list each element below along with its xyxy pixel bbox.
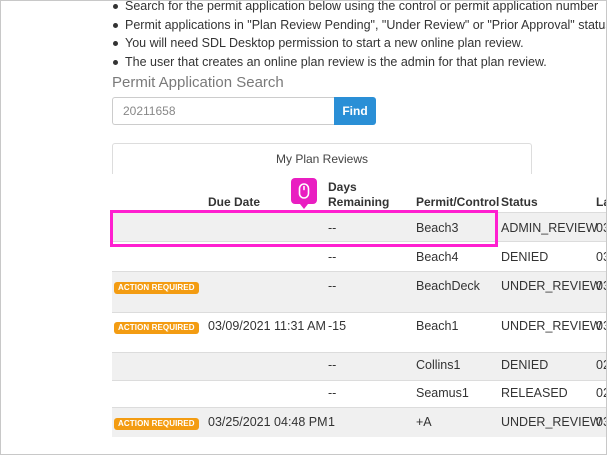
permit-link[interactable]: Beach1 <box>416 319 458 334</box>
status-text: ADMIN_REVIEW <box>501 221 598 235</box>
last-cell: 03 <box>596 319 606 333</box>
due-date: 03/09/2021 11:31 AM <box>208 319 326 333</box>
table-row[interactable]: -- Beach4 DENIED 03 <box>112 241 606 271</box>
mouse-icon <box>291 178 317 209</box>
table-row[interactable]: ACTION REQUIRED -- BeachDeck UNDER_REVIE… <box>112 271 606 312</box>
action-required-badge: ACTION REQUIRED <box>114 282 199 294</box>
days-remaining: -- <box>328 279 337 293</box>
instruction-item: Permit applications in "Plan Review Pend… <box>113 16 606 35</box>
days-remaining: -- <box>328 250 337 264</box>
permit-link[interactable]: Beach4 <box>416 250 458 265</box>
table-row[interactable]: ACTION REQUIRED 03/25/2021 04:48 PM 1 +A… <box>112 407 606 437</box>
status-text: UNDER_REVIEW <box>501 415 602 429</box>
column-header-remaining[interactable]: Remaining <box>328 195 389 210</box>
permit-link[interactable]: +A <box>416 415 432 430</box>
column-header-status[interactable]: Status <box>501 195 538 210</box>
days-remaining: -- <box>328 358 337 372</box>
table-row[interactable]: -- Collins1 DENIED 02 <box>112 352 606 380</box>
instruction-item: You will need SDL Desktop permission to … <box>113 34 606 53</box>
status-text: UNDER_REVIEW <box>501 319 602 333</box>
tab-my-plan-reviews[interactable]: My Plan Reviews <box>112 143 532 174</box>
days-remaining: -- <box>328 221 337 235</box>
due-date: 03/25/2021 04:48 PM <box>208 415 328 429</box>
column-header-due-date[interactable]: Due Date <box>208 195 260 210</box>
search-input[interactable] <box>112 97 335 125</box>
last-cell: 03 <box>596 415 606 429</box>
last-cell: 02 <box>596 386 606 400</box>
status-text: RELEASED <box>501 386 568 400</box>
table-row[interactable]: ACTION REQUIRED 03/09/2021 11:31 AM -15 … <box>112 312 606 352</box>
last-cell: 03 <box>596 279 606 293</box>
last-cell: 03 <box>596 221 606 235</box>
days-remaining: 1 <box>328 415 335 429</box>
status-text: UNDER_REVIEW <box>501 279 602 293</box>
instruction-item: The user that creates an online plan rev… <box>113 53 606 72</box>
days-remaining: -15 <box>328 319 347 333</box>
column-header-last[interactable]: La <box>596 195 606 210</box>
permit-link[interactable]: Beach3 <box>416 221 458 236</box>
screenshot-frame: Search for the permit application below … <box>0 0 607 455</box>
instructions-list: Search for the permit application below … <box>113 1 606 72</box>
permit-link[interactable]: Seamus1 <box>416 386 469 401</box>
column-header-permit[interactable]: Permit/Control <box>416 195 499 210</box>
mouse-icon-glyph <box>298 183 310 199</box>
action-required-badge: ACTION REQUIRED <box>114 322 199 334</box>
instruction-item: Search for the permit application below … <box>113 1 606 16</box>
permit-link[interactable]: Collins1 <box>416 358 460 373</box>
table-row[interactable]: -- Beach3 ADMIN_REVIEW 03 <box>112 212 606 241</box>
table-row[interactable]: -- Seamus1 RELEASED 02 <box>112 380 606 407</box>
days-remaining: -- <box>328 386 337 400</box>
search-title: Permit Application Search <box>112 74 284 91</box>
last-cell: 03 <box>596 250 606 264</box>
status-text: DENIED <box>501 358 549 372</box>
find-button[interactable]: Find <box>334 97 376 125</box>
permit-link[interactable]: BeachDeck <box>416 279 480 294</box>
column-header-days[interactable]: Days <box>328 180 357 195</box>
action-required-badge: ACTION REQUIRED <box>114 418 199 430</box>
status-text: DENIED <box>501 250 549 264</box>
last-cell: 02 <box>596 358 606 372</box>
